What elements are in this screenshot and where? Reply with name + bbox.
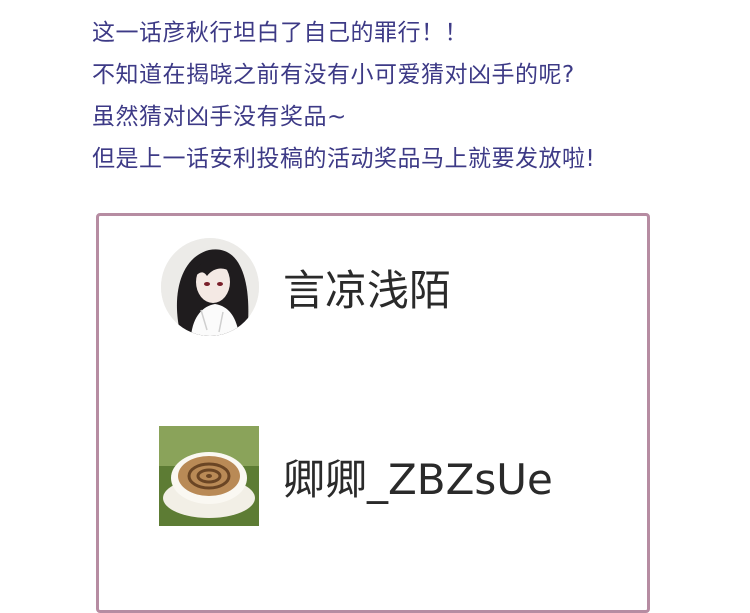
winner-name: 言凉浅陌 [283,265,452,315]
winner-list-card: 言凉浅陌 卿卿_ZBZsUe [96,213,650,613]
winner-name: 卿卿_ZBZsUe [283,454,553,504]
winner-item[interactable]: 卿卿_ZBZsUe [159,426,553,526]
announcement-line-3: 虽然猜对凶手没有奖品~ [92,104,347,130]
winner-item[interactable]: 言凉浅陌 [161,238,451,336]
announcement-text: 这一话彦秋行坦白了自己的罪行！！ 不知道在揭晓之前有没有小可爱猜对凶手的呢? 虽… [92,12,732,180]
anime-girl-avatar-icon[interactable] [161,238,259,336]
announcement-line-1: 这一话彦秋行坦白了自己的罪行！！ [92,20,468,46]
announcement-line-4: 但是上一话安利投稿的活动奖品马上就要发放啦! [92,146,596,172]
coffee-cup-avatar-icon[interactable] [159,426,259,526]
announcement-line-2: 不知道在揭晓之前有没有小可爱猜对凶手的呢? [92,62,575,88]
